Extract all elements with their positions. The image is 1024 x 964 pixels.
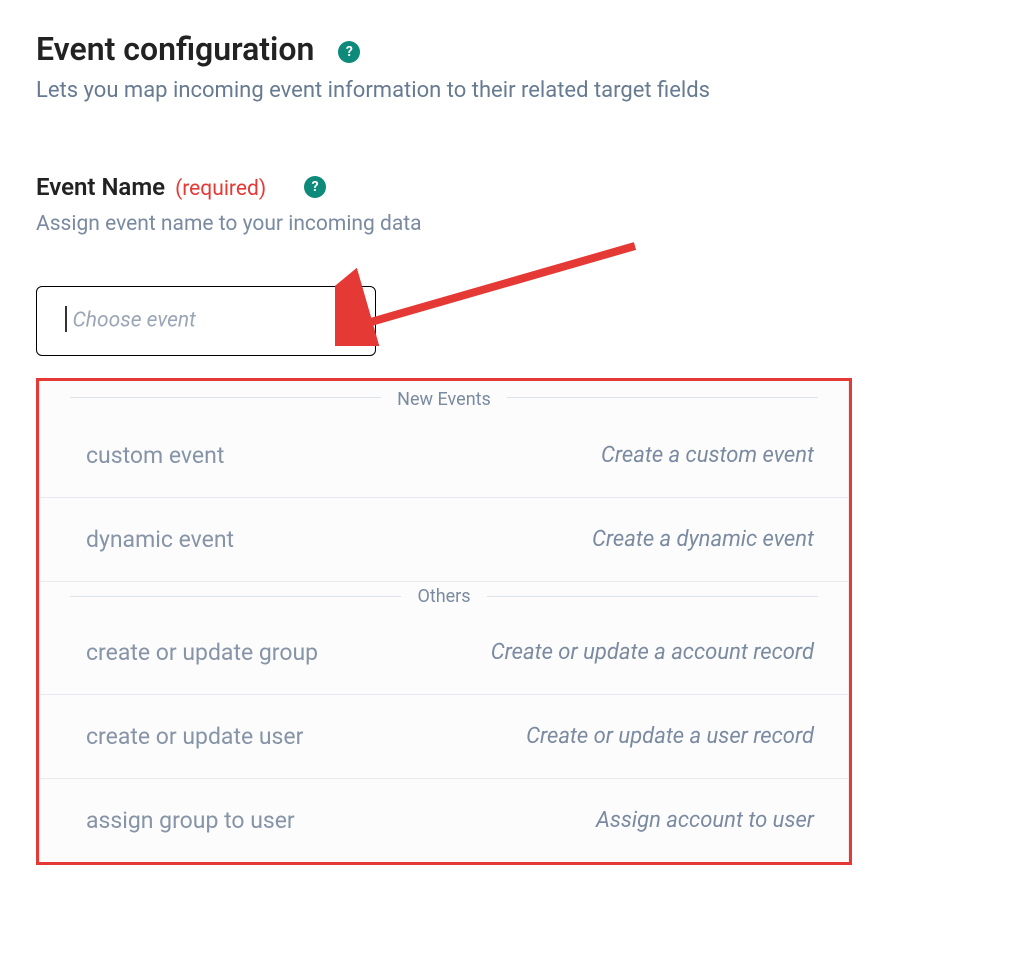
option-label: custom event bbox=[86, 442, 224, 469]
option-label: create or update group bbox=[86, 639, 318, 666]
option-description: Create a custom event bbox=[601, 443, 814, 468]
event-select[interactable]: Choose event bbox=[36, 286, 376, 356]
option-label: dynamic event bbox=[86, 526, 234, 553]
required-indicator: (required) bbox=[175, 177, 266, 201]
chevron-down-icon bbox=[339, 312, 357, 330]
dropdown-option[interactable]: dynamic event Create a dynamic event bbox=[40, 498, 848, 582]
dropdown-panel: New Events custom event Create a custom … bbox=[36, 378, 852, 865]
dropdown-option[interactable]: create or update user Create or update a… bbox=[40, 695, 848, 779]
option-description: Create a dynamic event bbox=[592, 527, 814, 552]
field-description: Assign event name to your incoming data bbox=[36, 212, 988, 236]
dropdown-option[interactable]: create or update group Create or update … bbox=[40, 611, 848, 695]
page-title: Event configuration bbox=[36, 30, 314, 68]
event-name-section: Event Name (required) ? Assign event nam… bbox=[36, 173, 988, 865]
help-icon[interactable]: ? bbox=[304, 176, 326, 198]
option-group-header: Others bbox=[40, 582, 848, 611]
option-group-header: New Events bbox=[40, 381, 848, 414]
option-description: Create or update a account record bbox=[491, 640, 814, 665]
option-label: assign group to user bbox=[86, 807, 295, 834]
header-row: Event configuration ? bbox=[36, 30, 988, 68]
dropdown-option[interactable]: assign group to user Assign account to u… bbox=[40, 779, 848, 862]
option-description: Assign account to user bbox=[596, 808, 814, 833]
dropdown-placeholder: Choose event bbox=[65, 308, 196, 334]
field-label: Event Name bbox=[36, 173, 165, 201]
option-description: Create or update a user record bbox=[526, 724, 814, 749]
help-icon[interactable]: ? bbox=[338, 41, 360, 63]
option-label: create or update user bbox=[86, 723, 303, 750]
dropdown-option[interactable]: custom event Create a custom event bbox=[40, 414, 848, 498]
page-subtitle: Lets you map incoming event information … bbox=[36, 78, 988, 103]
